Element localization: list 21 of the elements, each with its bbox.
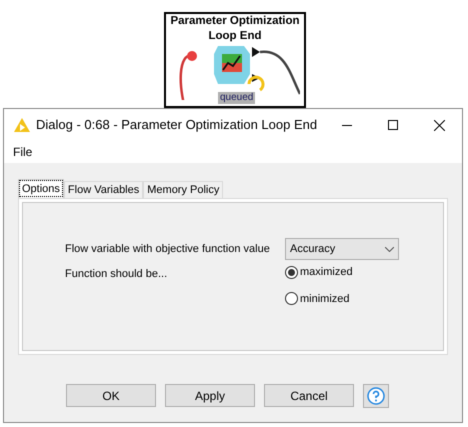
objective-dropdown[interactable]: Accuracy <box>285 238 399 260</box>
help-icon <box>367 387 385 405</box>
close-icon <box>434 120 444 130</box>
tab[interactable]: Flow Variables <box>64 181 144 198</box>
tab[interactable]: Memory Policy <box>143 181 224 198</box>
help-button[interactable] <box>363 384 389 408</box>
dialog-button[interactable]: OK <box>66 384 156 407</box>
node-title: Parameter Optimization Loop End <box>169 14 301 44</box>
radio-option[interactable]: minimized <box>285 290 353 307</box>
tab[interactable]: Options <box>18 179 64 198</box>
node-card[interactable]: Parameter Optimization Loop End queued <box>164 12 306 108</box>
warning-triangle-icon <box>14 118 30 132</box>
field-label: Flow variable with objective function value <box>65 242 271 257</box>
dialog-button[interactable]: Apply <box>165 384 255 407</box>
chevron-down-icon <box>385 246 394 252</box>
dialog-button[interactable]: Cancel <box>264 384 354 407</box>
window-title: Dialog - 0:68 - Parameter Optimization Loop End <box>36 116 318 134</box>
node-status: queued <box>218 92 256 104</box>
field-label: Function should be... <box>65 267 168 282</box>
menu-item[interactable]: File <box>12 143 34 161</box>
radio-option[interactable]: maximized <box>285 264 353 280</box>
